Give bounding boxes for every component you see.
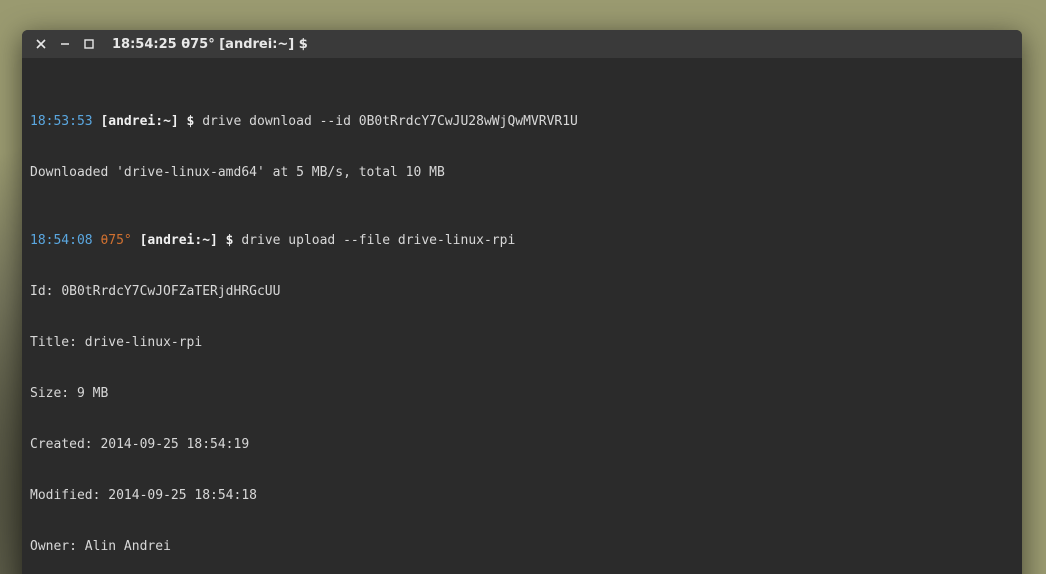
close-icon[interactable] (34, 37, 48, 51)
prompt-line: 18:54:08 θ75° [andrei:~] $ drive upload … (30, 232, 1014, 249)
terminal-window: 18:54:25 θ75° [andrei:~] $ 18:53:53 [and… (22, 30, 1022, 574)
output-line: Owner: Alin Andrei (30, 538, 1014, 555)
command-text: drive download --id 0B0tRrdcY7CwJU28wWjQ… (202, 114, 578, 129)
window-title: 18:54:25 θ75° [andrei:~] $ (106, 37, 308, 52)
meta-title: drive-linux-rpi (85, 335, 202, 350)
meta-size: 9 MB (77, 386, 108, 401)
temperature: θ75° (100, 233, 131, 248)
output-line: Downloaded 'drive-linux-amd64' at 5 MB/s… (30, 164, 1014, 181)
meta-modified: 2014-09-25 18:54:18 (108, 488, 257, 503)
desktop-wallpaper: 18:54:25 θ75° [andrei:~] $ 18:53:53 [and… (0, 0, 1046, 574)
window-controls (22, 37, 106, 51)
prompt-line: 18:53:53 [andrei:~] $ drive download --i… (30, 113, 1014, 130)
output-line: Title: drive-linux-rpi (30, 334, 1014, 351)
window-titlebar[interactable]: 18:54:25 θ75° [andrei:~] $ (22, 30, 1022, 58)
timestamp: 18:54:08 (30, 233, 93, 248)
maximize-icon[interactable] (82, 37, 96, 51)
prompt-location: [andrei:~] $ (140, 233, 234, 248)
meta-id: 0B0tRrdcY7CwJOFZaTERjdHRGcUU (61, 284, 280, 299)
minimize-icon[interactable] (58, 37, 72, 51)
timestamp: 18:53:53 (30, 114, 93, 129)
output-line: Size: 9 MB (30, 385, 1014, 402)
prompt-location: [andrei:~] $ (100, 114, 194, 129)
output-line: Id: 0B0tRrdcY7CwJOFZaTERjdHRGcUU (30, 283, 1014, 300)
output-line: Created: 2014-09-25 18:54:19 (30, 436, 1014, 453)
meta-created: 2014-09-25 18:54:19 (100, 437, 249, 452)
output-line: Modified: 2014-09-25 18:54:18 (30, 487, 1014, 504)
terminal-body[interactable]: 18:53:53 [andrei:~] $ drive download --i… (22, 58, 1022, 574)
meta-owner: Alin Andrei (85, 539, 171, 554)
command-text: drive upload --file drive-linux-rpi (241, 233, 515, 248)
